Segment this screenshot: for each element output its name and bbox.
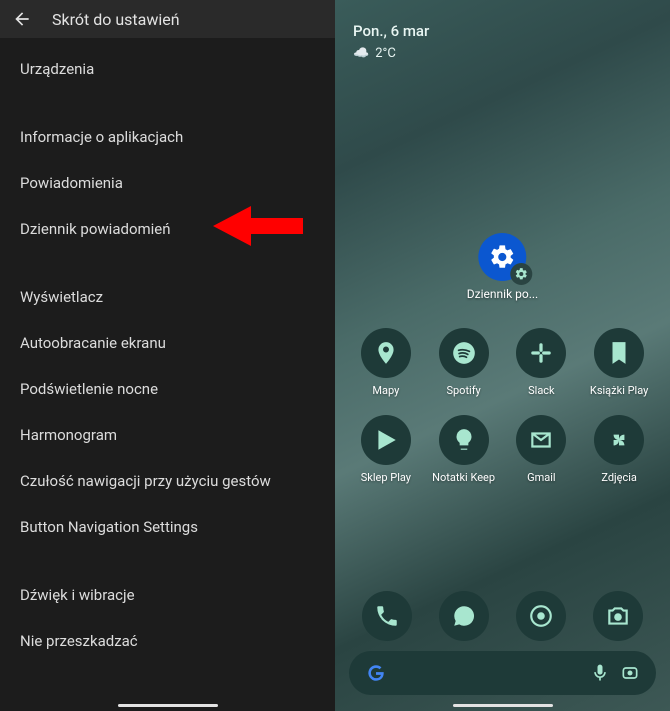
pinwheel-icon — [606, 427, 632, 453]
settings-item-powiadomienia[interactable]: Powiadomienia — [0, 160, 335, 206]
weather-temp: 2°C — [375, 46, 396, 61]
app-grid: Mapy Spotify Slack Książki Play Sklep Pl… — [335, 328, 670, 484]
settings-item-button-nav[interactable]: Button Navigation Settings — [0, 504, 335, 550]
slack-icon — [528, 340, 554, 366]
app-spotify[interactable]: Spotify — [425, 328, 503, 397]
app-slack[interactable]: Slack — [503, 328, 581, 397]
date-text[interactable]: Pon., 6 mar — [335, 0, 670, 40]
bookmark-icon — [606, 340, 632, 366]
settings-item-harmonogram[interactable]: Harmonogram — [0, 412, 335, 458]
play-icon — [373, 427, 399, 453]
lens-icon[interactable] — [620, 663, 640, 683]
app-gmail[interactable]: Gmail — [503, 415, 581, 484]
settings-item-nie-przeszkadzac[interactable]: Nie przeszkadzać — [0, 618, 335, 664]
settings-shortcut-widget[interactable]: Dziennik po... — [467, 233, 538, 301]
spotify-icon — [451, 340, 477, 366]
app-sklep-play[interactable]: Sklep Play — [347, 415, 425, 484]
dock-camera[interactable] — [579, 591, 656, 641]
dock-messages[interactable] — [426, 591, 503, 641]
widget-label: Dziennik po... — [467, 287, 538, 301]
settings-panel: Skrót do ustawień Urządzenia Informacje … — [0, 0, 335, 711]
back-arrow-icon[interactable] — [12, 9, 32, 29]
mini-gear-icon — [510, 263, 532, 285]
settings-header: Skrót do ustawień — [0, 0, 335, 38]
gmail-icon — [528, 427, 554, 453]
settings-item-informacje[interactable]: Informacje o aplikacjach — [0, 114, 335, 160]
chat-icon — [451, 603, 477, 629]
bulb-icon — [451, 427, 477, 453]
dock-chrome[interactable] — [503, 591, 580, 641]
gear-icon — [478, 233, 526, 281]
home-screen: Pon., 6 mar ☁️ 2°C Dziennik po... Mapy S… — [335, 0, 670, 711]
app-mapy[interactable]: Mapy — [347, 328, 425, 397]
settings-title: Skrót do ustawień — [52, 10, 180, 29]
nav-handle[interactable] — [453, 704, 553, 707]
settings-item-dzwiek[interactable]: Dźwięk i wibracje — [0, 572, 335, 618]
phone-icon — [374, 603, 400, 629]
chrome-icon — [528, 603, 554, 629]
nav-handle[interactable] — [118, 704, 218, 707]
dock-phone[interactable] — [349, 591, 426, 641]
app-zdjecia[interactable]: Zdjęcia — [580, 415, 658, 484]
search-bar[interactable] — [349, 651, 656, 695]
settings-item-urzadzenia[interactable]: Urządzenia — [0, 46, 335, 92]
settings-item-wyswietlacz[interactable]: Wyświetlacz — [0, 274, 335, 320]
settings-item-dziennik[interactable]: Dziennik powiadomień — [0, 206, 335, 252]
dock — [335, 591, 670, 641]
camera-icon — [605, 603, 631, 629]
settings-item-czulosc[interactable]: Czułość nawigacji przy użyciu gestów — [0, 458, 335, 504]
app-keep[interactable]: Notatki Keep — [425, 415, 503, 484]
settings-item-autoobracanie[interactable]: Autoobracanie ekranu — [0, 320, 335, 366]
app-ksiazki[interactable]: Książki Play — [580, 328, 658, 397]
cloud-icon: ☁️ — [353, 46, 369, 61]
settings-list: Urządzenia Informacje o aplikacjach Powi… — [0, 38, 335, 664]
settings-item-podswietlenie[interactable]: Podświetlenie nocne — [0, 366, 335, 412]
google-logo-icon — [365, 662, 387, 684]
mic-icon[interactable] — [590, 663, 610, 683]
weather-widget[interactable]: ☁️ 2°C — [335, 40, 670, 67]
pin-icon — [373, 340, 399, 366]
